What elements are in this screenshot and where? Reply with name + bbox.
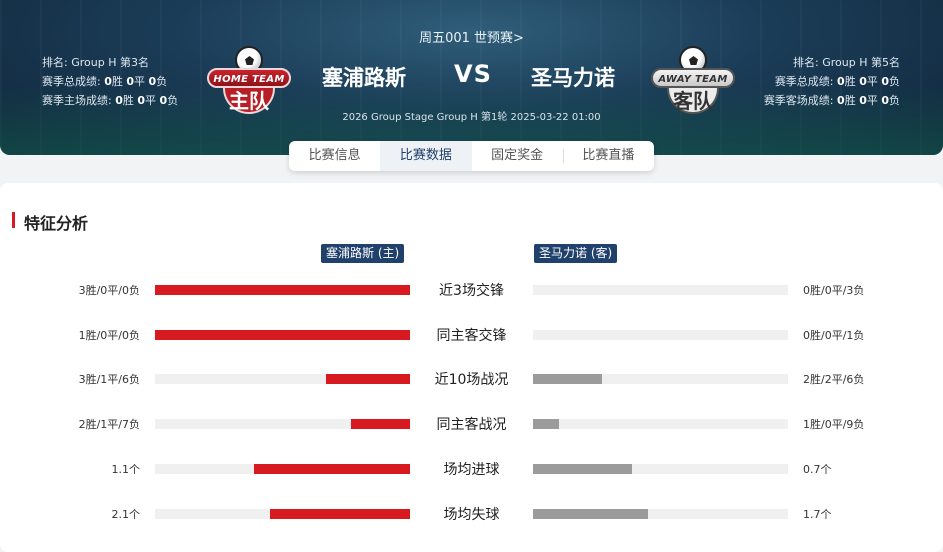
comparison-row: 1胜/0平/0负 同主客交锋 0胜/0平/1负 xyxy=(0,325,943,345)
home-bar-track xyxy=(155,419,410,429)
away-bar-track xyxy=(533,285,788,295)
comparison-row: 1.1个 场均进球 0.7个 xyxy=(0,459,943,479)
tab-match-data[interactable]: 比赛数据 xyxy=(380,141,472,171)
home-bar xyxy=(155,285,410,295)
away-team-name: 圣马力诺 xyxy=(531,66,615,90)
tab-live[interactable]: 比赛直播 xyxy=(562,141,654,171)
away-bar-track xyxy=(533,464,788,474)
away-logo-ribbon: AWAY TEAM xyxy=(651,68,735,88)
home-season-record: 赛季总成绩: 0胜 0平 0负 xyxy=(42,75,168,88)
away-rank: 排名: Group H 第5名 xyxy=(793,56,900,69)
away-team-logo: AWAY TEAM 客队 xyxy=(651,46,735,116)
comparison-row: 2胜/1平/7负 同主客战况 1胜/0平/9负 xyxy=(0,414,943,434)
section-title: 特征分析 xyxy=(12,210,88,234)
tab-fixed-bonus[interactable]: 固定奖金 xyxy=(472,141,563,171)
away-bar-track xyxy=(533,330,788,340)
match-number-link[interactable]: 周五001 世预赛> xyxy=(0,27,943,46)
home-bar xyxy=(269,509,410,519)
home-bar xyxy=(155,330,410,340)
home-bar-track xyxy=(155,330,410,340)
away-bar-track xyxy=(533,374,788,384)
metric-label: 近10场战况 xyxy=(434,372,509,388)
home-value-label: 3胜/1平/6负 xyxy=(78,373,140,386)
away-value-label: 1胜/0平/9负 xyxy=(803,418,865,431)
away-bar-track xyxy=(533,509,788,519)
away-bar xyxy=(533,419,559,429)
home-bar-track xyxy=(155,464,410,474)
home-bar xyxy=(351,419,410,429)
home-team-name: 塞浦路斯 xyxy=(322,66,406,90)
away-season-record: 赛季总成绩: 0胜 0平 0负 xyxy=(774,75,900,88)
match-header: 周五001 世预赛> 排名: Group H 第3名 赛季总成绩: 0胜 0平 … xyxy=(0,0,943,155)
tab-match-info[interactable]: 比赛信息 xyxy=(289,141,380,171)
away-bar xyxy=(533,509,648,519)
comparison-row: 2.1个 场均失球 1.7个 xyxy=(0,504,943,524)
home-value-label: 3胜/0平/0负 xyxy=(78,284,140,297)
away-bar xyxy=(533,374,602,384)
home-bar-track xyxy=(155,509,410,519)
home-value-label: 2.1个 xyxy=(111,508,141,521)
home-logo-ribbon: HOME TEAM xyxy=(207,68,291,88)
match-info: 2026 Group Stage Group H 第1轮 2025-03-22 … xyxy=(342,112,601,123)
away-value-label: 0胜/0平/3负 xyxy=(803,284,865,297)
metric-label: 近3场交锋 xyxy=(439,283,504,299)
metric-label: 同主客交锋 xyxy=(436,328,507,344)
home-side-stats: 排名: Group H 第3名 赛季总成绩: 0胜 0平 0负 赛季主场成绩: … xyxy=(42,53,178,110)
home-bar xyxy=(254,464,410,474)
tab-bar: 比赛信息 比赛数据 固定奖金 比赛直播 xyxy=(289,141,654,171)
away-bar-track xyxy=(533,419,788,429)
metric-label: 场均进球 xyxy=(443,462,500,478)
away-value-label: 1.7个 xyxy=(803,508,832,521)
home-value-label: 2胜/1平/7负 xyxy=(78,418,140,431)
home-value-label: 1.1个 xyxy=(111,463,141,476)
away-value-label: 2胜/2平/6负 xyxy=(803,373,865,386)
metric-label: 场均失球 xyxy=(443,507,500,523)
home-team-logo: HOME TEAM 主队 xyxy=(207,46,291,116)
home-rank: 排名: Group H 第3名 xyxy=(42,56,149,69)
away-bar xyxy=(533,464,633,474)
comparison-row: 3胜/1平/6负 近10场战况 2胜/2平/6负 xyxy=(0,369,943,389)
analysis-card: 特征分析 塞浦路斯 (主) 圣马力诺 (客) 3胜/0平/0负 近3场交锋 0胜… xyxy=(0,183,943,552)
home-team-tag: 塞浦路斯 (主) xyxy=(321,244,405,263)
away-value-label: 0胜/0平/1负 xyxy=(803,329,865,342)
away-team-tag: 圣马力诺 (客) xyxy=(534,244,618,263)
home-bar-track xyxy=(155,374,410,384)
home-bar xyxy=(325,374,410,384)
comparison-row: 3胜/0平/0负 近3场交锋 0胜/0平/3负 xyxy=(0,280,943,300)
away-side-stats: 排名: Group H 第5名 赛季总成绩: 0胜 0平 0负 赛季客场成绩: … xyxy=(764,53,900,110)
home-bar-track xyxy=(155,285,410,295)
vs-label: VS xyxy=(454,60,492,88)
away-value-label: 0.7个 xyxy=(803,463,832,476)
home-value-label: 1胜/0平/0负 xyxy=(78,329,140,342)
metric-label: 同主客战况 xyxy=(436,417,507,433)
